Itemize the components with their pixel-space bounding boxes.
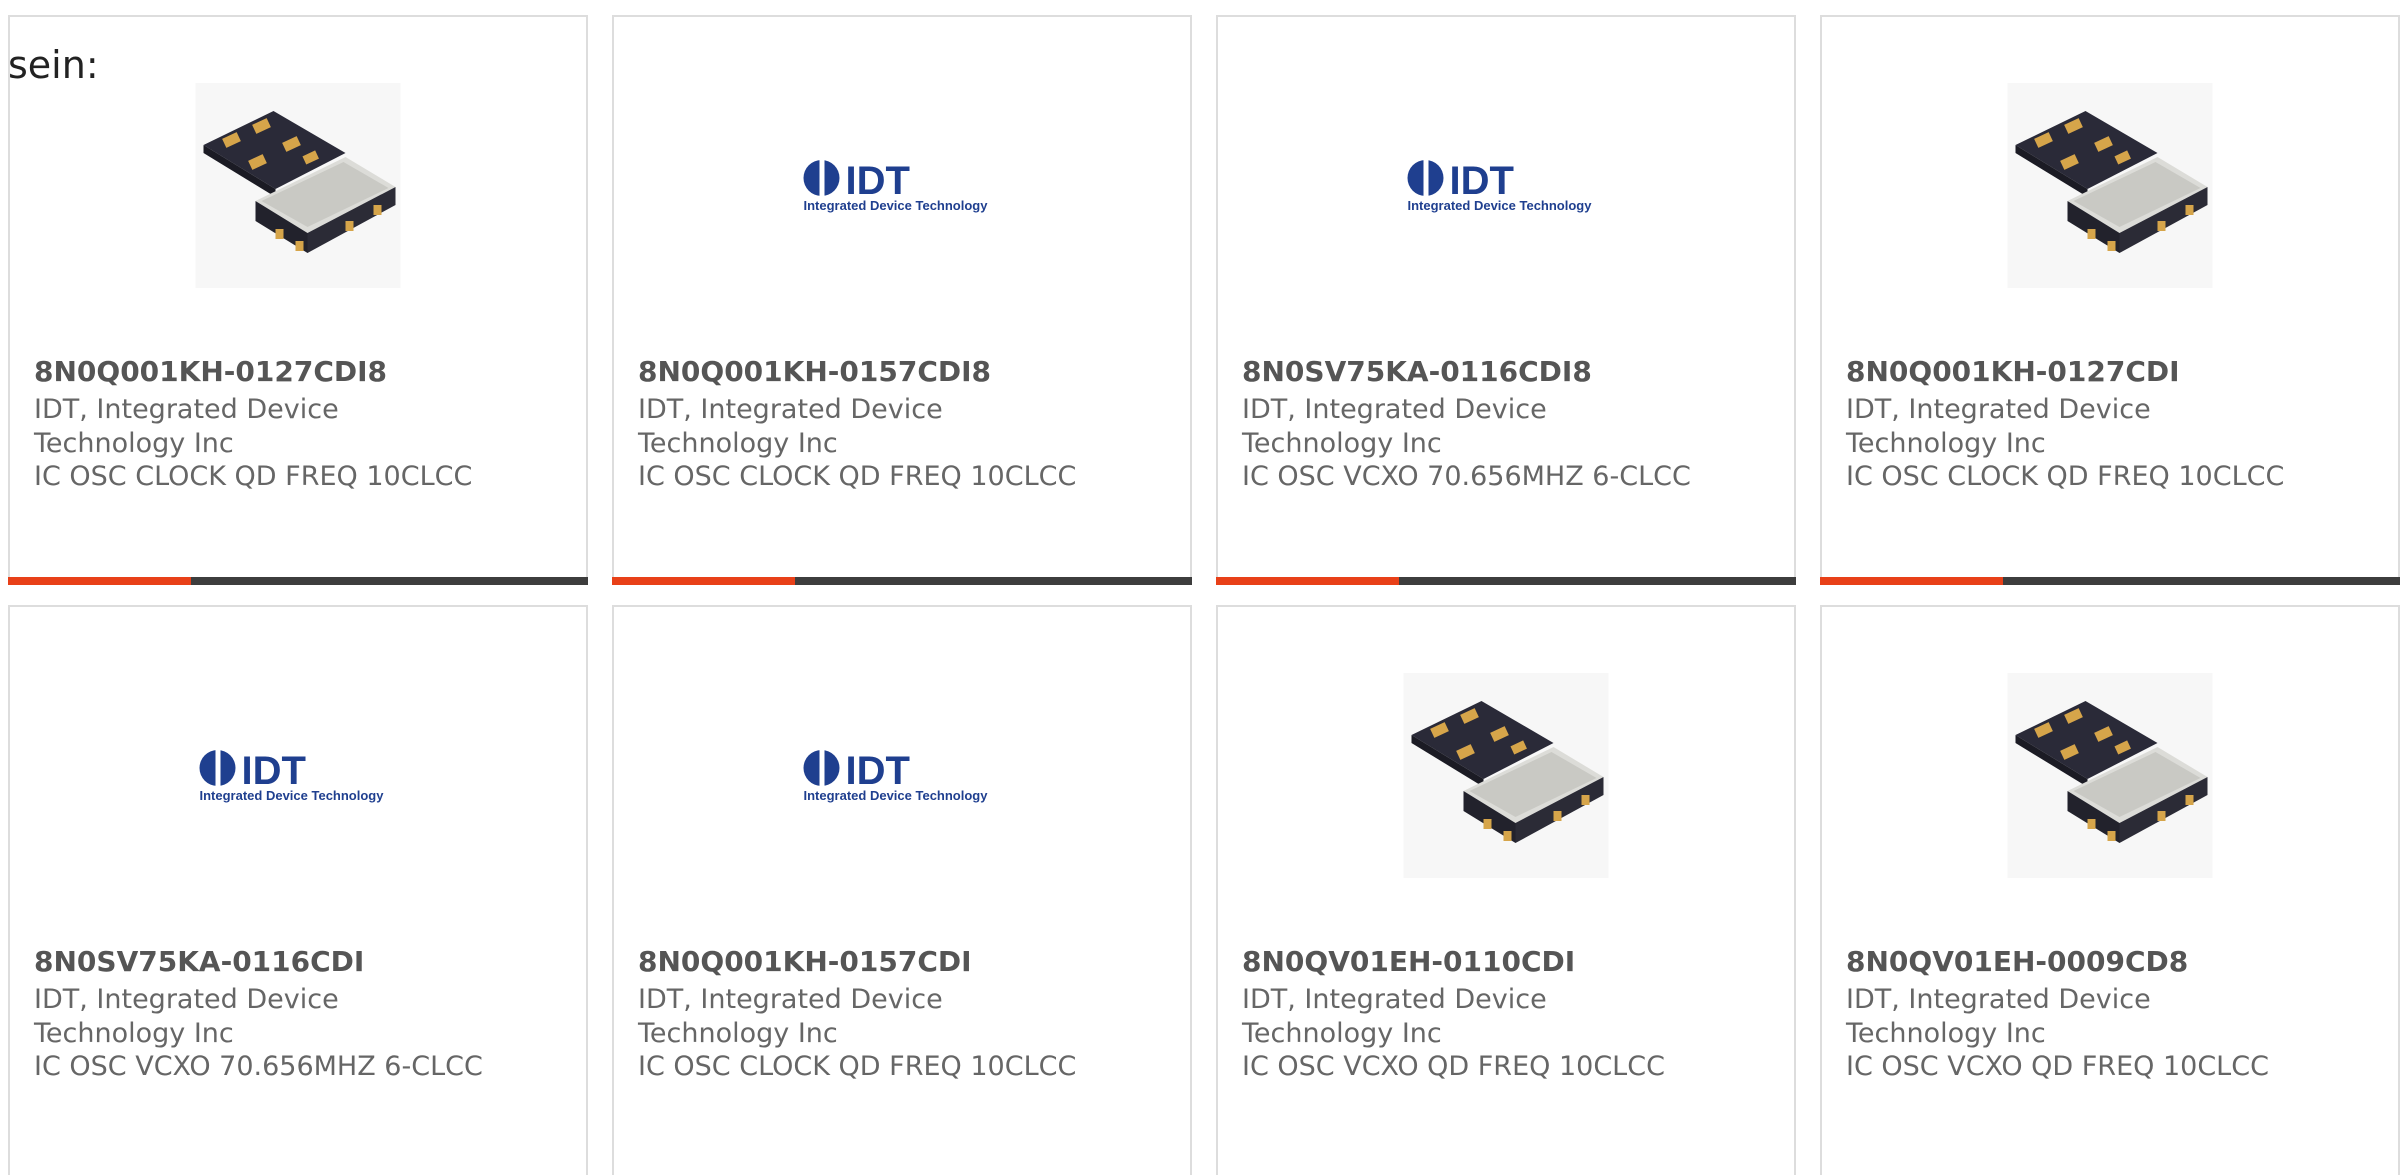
product-description: IC OSC VCXO QD FREQ 10CLCC [1846, 1051, 2269, 1082]
product-part-number[interactable]: 8N0QV01EH-0110CDI [1242, 945, 1575, 978]
card-accent-bar [1216, 577, 1399, 585]
product-description: IC OSC CLOCK QD FREQ 10CLCC [638, 461, 1077, 492]
product-image[interactable]: IDT Integrated Device Technology [1404, 83, 1609, 288]
chip-photo-icon [195, 83, 401, 288]
idt-logo: IDT Integrated Device Technology [196, 746, 401, 806]
product-card[interactable]: 8N0QV01EH-0110CDI IDT, Integrated Device… [1216, 605, 1796, 1175]
product-image[interactable]: IDT Integrated Device Technology [196, 673, 401, 878]
product-description: IC OSC VCXO 70.656MHZ 6-CLCC [34, 1051, 483, 1082]
idt-logo-subtitle: Integrated Device Technology [804, 788, 989, 803]
idt-logo-mark: IDT [1450, 159, 1514, 203]
product-manufacturer: IDT, Integrated Device Technology Inc [1846, 394, 2151, 459]
chip-photo-icon [2007, 83, 2213, 288]
card-progress-bar [1820, 577, 2400, 585]
product-manufacturer: IDT, Integrated Device Technology Inc [638, 394, 943, 459]
idt-logo: IDT Integrated Device Technology [1404, 156, 1609, 216]
idt-logo-icon: IDT Integrated Device Technology [1407, 159, 1593, 213]
card-progress-bar [8, 577, 588, 585]
idt-logo: IDT Integrated Device Technology [800, 746, 1005, 806]
product-description: IC OSC CLOCK QD FREQ 10CLCC [34, 461, 473, 492]
product-card[interactable]: 8N0Q001KH-0127CDI8 IDT, Integrated Devic… [8, 15, 588, 585]
idt-logo-subtitle: Integrated Device Technology [1408, 198, 1593, 213]
product-grid: 8N0Q001KH-0127CDI8 IDT, Integrated Devic… [8, 15, 2400, 1175]
product-description: IC OSC CLOCK QD FREQ 10CLCC [638, 1051, 1077, 1082]
product-part-number[interactable]: 8N0Q001KH-0127CDI8 [34, 355, 387, 388]
product-manufacturer: IDT, Integrated Device Technology Inc [34, 394, 339, 459]
product-part-number[interactable]: 8N0SV75KA-0116CDI8 [1242, 355, 1592, 388]
intro-label: sein: [8, 43, 99, 87]
product-part-number[interactable]: 8N0Q001KH-0157CDI [638, 945, 972, 978]
product-image[interactable] [2007, 673, 2213, 878]
product-card[interactable]: IDT Integrated Device Technology 8N0Q001… [612, 605, 1192, 1175]
idt-logo-icon: IDT Integrated Device Technology [803, 749, 989, 803]
product-card[interactable]: 8N0Q001KH-0127CDI IDT, Integrated Device… [1820, 15, 2400, 585]
product-part-number[interactable]: 8N0SV75KA-0116CDI [34, 945, 364, 978]
product-part-number[interactable]: 8N0Q001KH-0127CDI [1846, 355, 2180, 388]
card-accent-bar [612, 577, 795, 585]
product-image[interactable]: IDT Integrated Device Technology [800, 83, 1005, 288]
product-part-number[interactable]: 8N0Q001KH-0157CDI8 [638, 355, 991, 388]
card-accent-bar [1820, 577, 2003, 585]
idt-logo-mark: IDT [846, 749, 910, 793]
chip-photo-icon [1403, 673, 1609, 878]
idt-logo-icon: IDT Integrated Device Technology [199, 749, 385, 803]
product-image[interactable] [195, 83, 401, 288]
product-image[interactable]: IDT Integrated Device Technology [800, 673, 1005, 878]
idt-logo: IDT Integrated Device Technology [800, 156, 1005, 216]
product-description: IC OSC VCXO QD FREQ 10CLCC [1242, 1051, 1665, 1082]
product-image[interactable] [1403, 673, 1609, 878]
product-part-number[interactable]: 8N0QV01EH-0009CD8 [1846, 945, 2188, 978]
product-card[interactable]: 8N0QV01EH-0009CD8 IDT, Integrated Device… [1820, 605, 2400, 1175]
chip-photo-icon [2007, 673, 2213, 878]
product-manufacturer: IDT, Integrated Device Technology Inc [1242, 394, 1547, 459]
idt-logo-mark: IDT [242, 749, 306, 793]
product-manufacturer: IDT, Integrated Device Technology Inc [1242, 984, 1547, 1049]
product-card[interactable]: IDT Integrated Device Technology 8N0SV75… [1216, 15, 1796, 585]
idt-logo-subtitle: Integrated Device Technology [804, 198, 989, 213]
idt-logo-subtitle: Integrated Device Technology [200, 788, 385, 803]
product-manufacturer: IDT, Integrated Device Technology Inc [638, 984, 943, 1049]
card-progress-bar [612, 577, 1192, 585]
idt-logo-icon: IDT Integrated Device Technology [803, 159, 989, 213]
product-manufacturer: IDT, Integrated Device Technology Inc [1846, 984, 2151, 1049]
product-image[interactable] [2007, 83, 2213, 288]
card-progress-bar [1216, 577, 1796, 585]
card-accent-bar [8, 577, 191, 585]
idt-logo-mark: IDT [846, 159, 910, 203]
product-description: IC OSC CLOCK QD FREQ 10CLCC [1846, 461, 2285, 492]
product-description: IC OSC VCXO 70.656MHZ 6-CLCC [1242, 461, 1691, 492]
product-manufacturer: IDT, Integrated Device Technology Inc [34, 984, 339, 1049]
product-card[interactable]: IDT Integrated Device Technology 8N0SV75… [8, 605, 588, 1175]
product-card[interactable]: IDT Integrated Device Technology 8N0Q001… [612, 15, 1192, 585]
